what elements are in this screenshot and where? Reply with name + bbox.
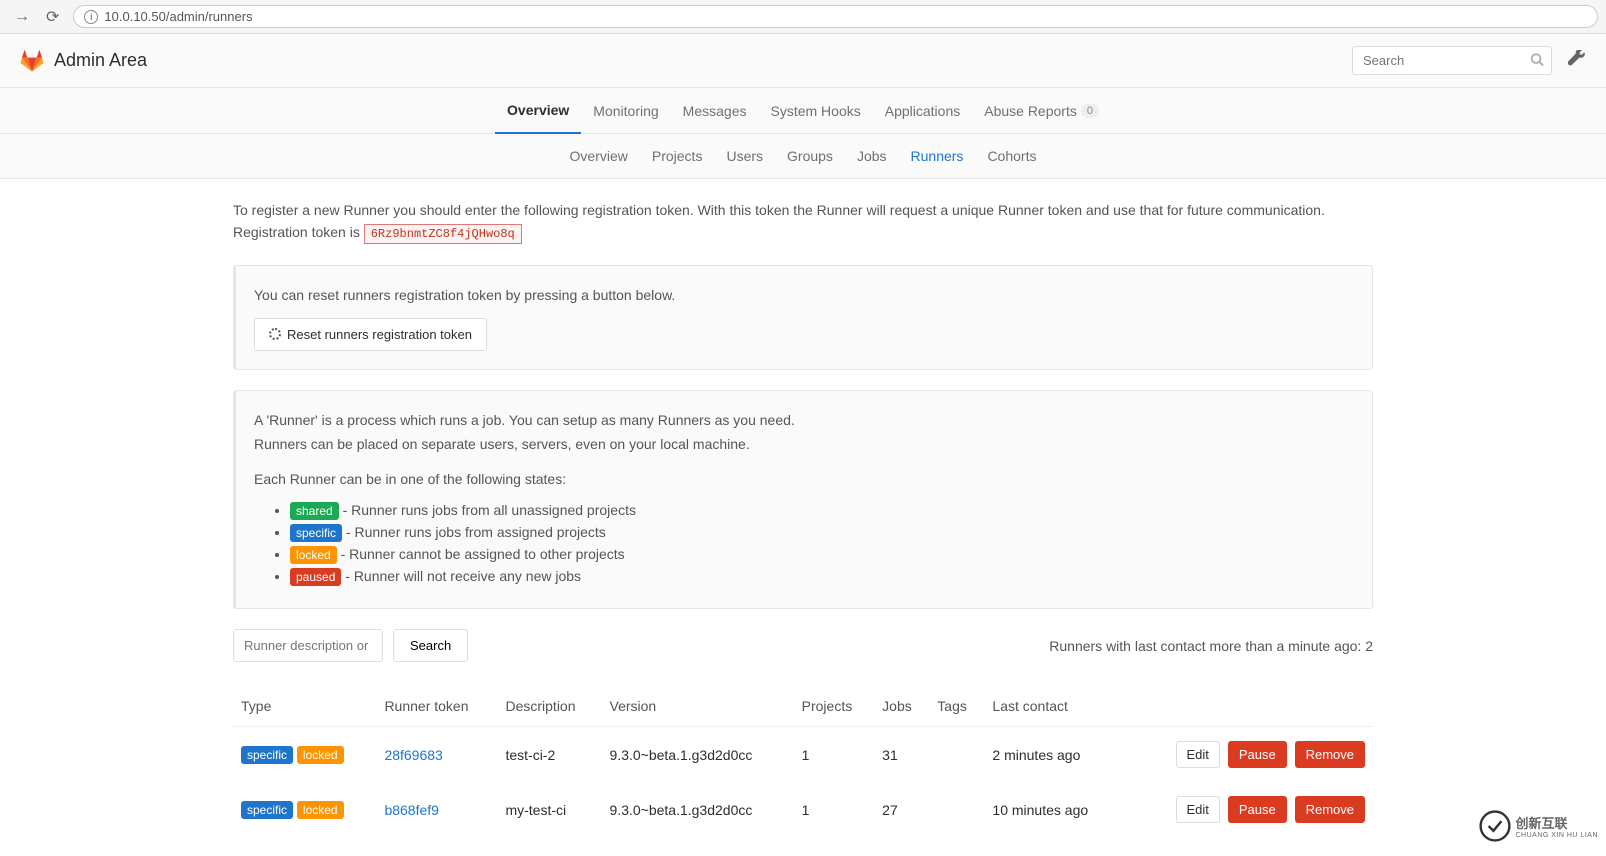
url-text: 10.0.10.50/admin/runners xyxy=(104,9,252,24)
cell-last-contact: 10 minutes ago xyxy=(984,782,1119,837)
cell-projects: 1 xyxy=(794,727,875,783)
runner-token-link[interactable]: b868fef9 xyxy=(384,802,439,818)
header-search xyxy=(1352,46,1552,75)
th-actions xyxy=(1120,686,1373,727)
nav-secondary: Overview Projects Users Groups Jobs Runn… xyxy=(0,134,1606,179)
badge-locked: locked xyxy=(297,801,344,819)
th-description: Description xyxy=(497,686,601,727)
state-shared: shared - Runner runs jobs from all unass… xyxy=(290,502,1354,520)
cell-jobs: 27 xyxy=(874,782,929,837)
subnav-jobs[interactable]: Jobs xyxy=(845,148,899,164)
abuse-badge: 0 xyxy=(1081,104,1099,118)
runner-filter-input[interactable] xyxy=(233,629,383,662)
badge-specific: specific xyxy=(290,524,342,542)
info-p1: A 'Runner' is a process which runs a job… xyxy=(254,409,1354,431)
badge-shared: shared xyxy=(290,502,339,520)
info-p3: Each Runner can be in one of the followi… xyxy=(254,468,1354,490)
reset-token-card: You can reset runners registration token… xyxy=(233,265,1373,370)
cell-token: 28f69683 xyxy=(376,727,497,783)
main-container: To register a new Runner you should ente… xyxy=(213,179,1393,856)
cell-tags xyxy=(929,727,984,783)
search-input[interactable] xyxy=(1352,46,1552,75)
cell-version: 9.3.0~beta.1.g3d2d0cc xyxy=(602,782,794,837)
pause-button[interactable]: Pause xyxy=(1228,796,1287,823)
subnav-users[interactable]: Users xyxy=(714,148,775,164)
nav-monitoring[interactable]: Monitoring xyxy=(581,88,670,133)
runner-search-button[interactable]: Search xyxy=(393,629,468,662)
spinner-icon xyxy=(269,328,281,340)
runners-table: Type Runner token Description Version Pr… xyxy=(233,686,1373,837)
filter-row: Search Runners with last contact more th… xyxy=(233,629,1373,662)
cell-actions: Edit Pause Remove xyxy=(1120,782,1373,837)
th-last-contact: Last contact xyxy=(984,686,1119,727)
search-icon xyxy=(1530,52,1544,69)
cell-tags xyxy=(929,782,984,837)
cell-projects: 1 xyxy=(794,782,875,837)
nav-overview[interactable]: Overview xyxy=(495,88,581,134)
th-token: Runner token xyxy=(376,686,497,727)
nav-messages[interactable]: Messages xyxy=(671,88,759,133)
browser-nav: → ⟳ xyxy=(8,5,65,29)
runner-status-text: Runners with last contact more than a mi… xyxy=(1049,638,1373,654)
nav-applications[interactable]: Applications xyxy=(873,88,973,133)
registration-token: 6Rz9bnmtZC8f4jQHwo8q xyxy=(364,224,522,244)
edit-button[interactable]: Edit xyxy=(1176,741,1220,768)
table-row: specific locked b868fef9 my-test-ci 9.3.… xyxy=(233,782,1373,837)
cell-last-contact: 2 minutes ago xyxy=(984,727,1119,783)
subnav-projects[interactable]: Projects xyxy=(640,148,715,164)
badge-specific: specific xyxy=(241,801,293,819)
remove-button[interactable]: Remove xyxy=(1295,796,1365,823)
page-header: Admin Area xyxy=(0,34,1606,88)
gitlab-icon xyxy=(20,49,44,73)
logo[interactable]: Admin Area xyxy=(20,49,147,73)
browser-bar: → ⟳ i 10.0.10.50/admin/runners xyxy=(0,0,1606,34)
reset-token-button[interactable]: Reset runners registration token xyxy=(254,318,487,351)
state-specific: specific - Runner runs jobs from assigne… xyxy=(290,524,1354,542)
runner-token-link[interactable]: 28f69683 xyxy=(384,747,442,763)
cell-jobs: 31 xyxy=(874,727,929,783)
th-jobs: Jobs xyxy=(874,686,929,727)
watermark-logo-icon xyxy=(1479,810,1511,842)
table-row: specific locked 28f69683 test-ci-2 9.3.0… xyxy=(233,727,1373,783)
cell-description: my-test-ci xyxy=(497,782,601,837)
cell-description: test-ci-2 xyxy=(497,727,601,783)
nav-primary: Overview Monitoring Messages System Hook… xyxy=(0,88,1606,134)
cell-type: specific locked xyxy=(233,782,376,837)
badge-locked: locked xyxy=(297,746,344,764)
reset-token-text: You can reset runners registration token… xyxy=(254,284,1354,306)
info-p2: Runners can be placed on separate users,… xyxy=(254,433,1354,455)
browser-reload-icon[interactable]: ⟳ xyxy=(40,5,65,29)
state-locked: locked - Runner cannot be assigned to ot… xyxy=(290,546,1354,564)
browser-forward-icon[interactable]: → xyxy=(8,6,36,28)
subnav-runners[interactable]: Runners xyxy=(899,148,976,164)
pause-button[interactable]: Pause xyxy=(1228,741,1287,768)
cell-type: specific locked xyxy=(233,727,376,783)
intro-text: To register a new Runner you should ente… xyxy=(233,199,1373,245)
nav-system-hooks[interactable]: System Hooks xyxy=(758,88,872,133)
cell-version: 9.3.0~beta.1.g3d2d0cc xyxy=(602,727,794,783)
th-version: Version xyxy=(602,686,794,727)
subnav-overview[interactable]: Overview xyxy=(558,148,640,164)
cell-token: b868fef9 xyxy=(376,782,497,837)
cell-actions: Edit Pause Remove xyxy=(1120,727,1373,783)
url-bar[interactable]: i 10.0.10.50/admin/runners xyxy=(73,5,1598,28)
info-icon: i xyxy=(84,10,98,24)
th-type: Type xyxy=(233,686,376,727)
page-title: Admin Area xyxy=(54,50,147,71)
edit-button[interactable]: Edit xyxy=(1176,796,1220,823)
wrench-icon[interactable] xyxy=(1568,50,1586,71)
state-paused: paused - Runner will not receive any new… xyxy=(290,568,1354,586)
runner-info-card: A 'Runner' is a process which runs a job… xyxy=(233,390,1373,609)
th-projects: Projects xyxy=(794,686,875,727)
remove-button[interactable]: Remove xyxy=(1295,741,1365,768)
badge-specific: specific xyxy=(241,746,293,764)
nav-abuse-reports[interactable]: Abuse Reports0 xyxy=(972,88,1111,133)
subnav-groups[interactable]: Groups xyxy=(775,148,845,164)
watermark: 创新互联 CHUANG XIN HU LIAN xyxy=(1471,806,1606,846)
badge-paused: paused xyxy=(290,568,341,586)
badge-locked: locked xyxy=(290,546,337,564)
subnav-cohorts[interactable]: Cohorts xyxy=(975,148,1048,164)
runner-states-list: shared - Runner runs jobs from all unass… xyxy=(254,502,1354,586)
th-tags: Tags xyxy=(929,686,984,727)
